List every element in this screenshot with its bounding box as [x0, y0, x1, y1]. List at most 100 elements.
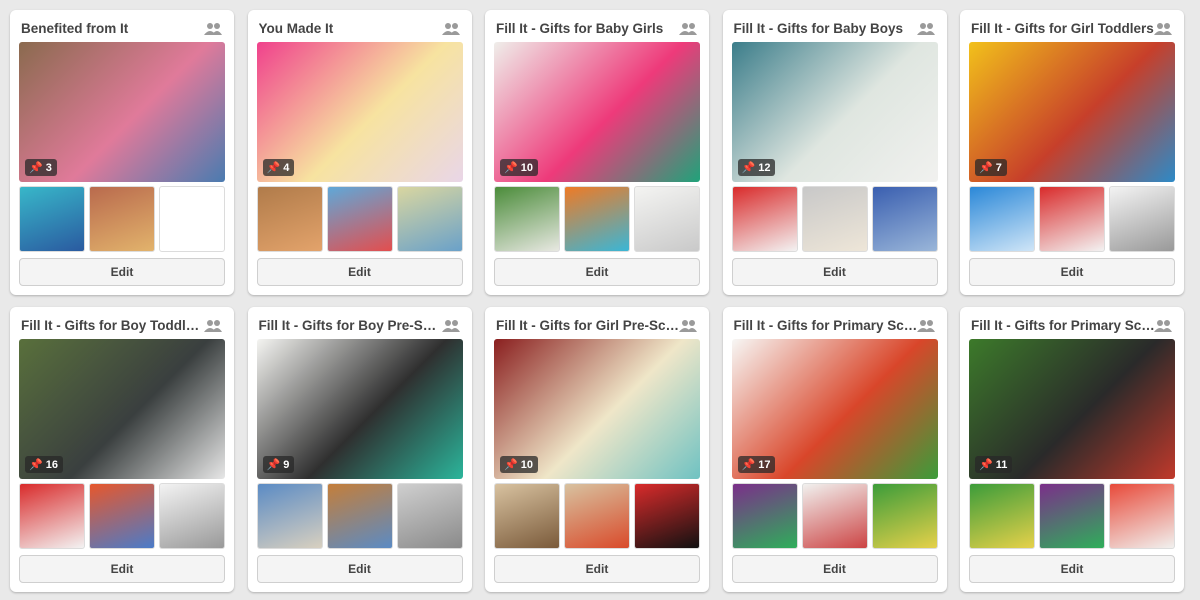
thumbnail-row	[731, 186, 938, 252]
board-card[interactable]: Fill It - Gifts for Girl Toddlers 📌 7 Edi…	[960, 10, 1184, 295]
board-cover-image[interactable]: 📌 10	[494, 339, 700, 479]
board-thumbnail[interactable]	[801, 186, 868, 252]
board-card[interactable]: Fill It - Gifts for Boy Pre-Schoolers 📌9…	[247, 307, 472, 592]
board-thumbnail[interactable]	[634, 483, 700, 549]
thumbnail-row	[19, 483, 225, 549]
board-title[interactable]: Fill It - Gifts for Primary Schoolers	[734, 318, 918, 333]
pin-count-badge: 📌 7	[975, 159, 1007, 176]
board-thumbnail[interactable]	[564, 186, 630, 252]
edit-board-button[interactable]: Edit	[494, 555, 700, 583]
board-thumbnail[interactable]	[159, 483, 225, 549]
board-thumbnail[interactable]	[494, 483, 560, 549]
board-thumbnail[interactable]	[256, 483, 323, 549]
edit-board-button[interactable]: Edit	[256, 258, 463, 286]
board-thumbnail[interactable]	[19, 186, 85, 252]
board-cover-image[interactable]: 📌 3	[19, 42, 225, 182]
pin-icon: 📌	[741, 459, 756, 471]
board-thumbnail[interactable]	[871, 483, 938, 549]
pin-icon: 📌	[504, 459, 518, 471]
group-board-icon	[204, 23, 222, 35]
board-thumbnail[interactable]	[494, 186, 560, 252]
board-thumbnail[interactable]	[89, 186, 155, 252]
thumbnail-row	[494, 186, 700, 252]
board-thumbnail[interactable]	[326, 186, 393, 252]
board-thumbnail[interactable]	[634, 186, 700, 252]
board-card[interactable]: Benefited from It 📌 3 Edit	[10, 10, 234, 295]
board-thumbnail[interactable]	[1039, 483, 1105, 549]
thumbnail-row	[731, 483, 938, 549]
pin-icon: 📌	[29, 459, 43, 471]
thumbnail-row	[256, 186, 463, 252]
edit-board-button[interactable]: Edit	[731, 258, 938, 286]
board-title[interactable]: You Made It	[259, 21, 443, 36]
board-card[interactable]: You Made It 📌 4 Edit	[247, 10, 472, 295]
board-cover-image[interactable]: 📌 11	[969, 339, 1175, 479]
board-grid: Benefited from It 📌 3 Edit You Made It 📌 4…	[10, 10, 1184, 592]
group-board-icon	[441, 23, 460, 35]
board-title[interactable]: Fill It - Gifts for Baby Girls	[496, 21, 680, 36]
edit-board-button[interactable]: Edit	[731, 555, 938, 583]
board-card[interactable]: Fill It - Gifts for Baby Boys 📌 12 Edit	[722, 10, 947, 295]
board-thumbnail[interactable]	[801, 483, 868, 549]
pin-count-badge: 📌 16	[25, 456, 63, 473]
board-thumbnail[interactable]	[871, 186, 938, 252]
board-cover-image[interactable]: 📌 10	[494, 42, 700, 182]
board-card[interactable]: Fill It - Gifts for Primary Schoolers 📌1…	[960, 307, 1184, 592]
board-cover-image[interactable]: 📌 4	[256, 42, 463, 182]
board-title[interactable]: Fill It - Gifts for Girl Pre-Schoolers	[496, 318, 680, 333]
pin-count: 10	[520, 458, 533, 471]
board-thumbnail[interactable]	[19, 483, 85, 549]
pin-count-badge: 📌 4	[262, 159, 295, 176]
board-cover-image[interactable]: 📌 17	[731, 339, 938, 479]
board-thumbnail[interactable]	[89, 483, 155, 549]
board-thumbnail[interactable]	[1109, 483, 1175, 549]
board-cover-image[interactable]: 📌 7	[969, 42, 1175, 182]
edit-board-button[interactable]: Edit	[256, 555, 463, 583]
edit-board-button[interactable]: Edit	[19, 258, 225, 286]
board-thumbnail[interactable]	[731, 186, 798, 252]
board-thumbnail[interactable]	[731, 483, 798, 549]
pin-count-badge: 📌 3	[25, 159, 57, 176]
board-thumbnail[interactable]	[564, 483, 630, 549]
board-card[interactable]: Fill It - Gifts for Boy Toddlers 📌 16 Edi…	[10, 307, 234, 592]
board-title[interactable]: Benefited from It	[21, 21, 205, 36]
board-thumbnail[interactable]	[396, 483, 463, 549]
board-cover-image[interactable]: 📌 16	[19, 339, 225, 479]
thumbnail-row	[494, 483, 700, 549]
thumbnail-row	[969, 186, 1175, 252]
edit-board-button[interactable]: Edit	[969, 258, 1175, 286]
pin-icon: 📌	[741, 162, 756, 174]
pin-icon: 📌	[266, 459, 281, 471]
board-cover-image[interactable]: 📌 12	[731, 42, 938, 182]
pin-count: 12	[758, 161, 771, 174]
board-cover-image[interactable]: 📌 9	[256, 339, 463, 479]
pin-icon: 📌	[979, 162, 993, 174]
board-title[interactable]: Fill It - Gifts for Boy Toddlers	[21, 318, 205, 333]
board-thumbnail[interactable]	[326, 483, 393, 549]
board-thumbnail[interactable]	[256, 186, 323, 252]
group-board-icon	[204, 320, 222, 332]
pin-count-badge: 📌 10	[500, 456, 538, 473]
edit-board-button[interactable]: Edit	[494, 258, 700, 286]
board-title[interactable]: Fill It - Gifts for Baby Boys	[734, 21, 918, 36]
board-card[interactable]: Fill It - Gifts for Baby Girls 📌 10 Edit	[485, 10, 709, 295]
board-thumbnail[interactable]	[396, 186, 463, 252]
group-board-icon	[916, 320, 935, 332]
board-thumbnail[interactable]	[1109, 186, 1175, 252]
board-thumbnail[interactable]	[969, 483, 1035, 549]
group-board-icon	[679, 23, 697, 35]
group-board-icon	[679, 320, 697, 332]
board-title[interactable]: Fill It - Gifts for Girl Toddlers	[971, 21, 1155, 36]
board-card[interactable]: Fill It - Gifts for Girl Pre-Schoolers 📌…	[485, 307, 709, 592]
board-title[interactable]: Fill It - Gifts for Primary Schoolers	[971, 318, 1155, 333]
pin-count-badge: 📌 10	[500, 159, 538, 176]
board-thumbnail[interactable]	[1039, 186, 1105, 252]
board-card[interactable]: Fill It - Gifts for Primary Schoolers 📌1…	[722, 307, 947, 592]
edit-board-button[interactable]: Edit	[969, 555, 1175, 583]
pin-count-badge: 📌 9	[262, 456, 295, 473]
board-thumbnail[interactable]	[159, 186, 225, 252]
board-thumbnail[interactable]	[969, 186, 1035, 252]
edit-board-button[interactable]: Edit	[19, 555, 225, 583]
group-board-icon	[916, 23, 935, 35]
board-title[interactable]: Fill It - Gifts for Boy Pre-Schoolers	[259, 318, 443, 333]
